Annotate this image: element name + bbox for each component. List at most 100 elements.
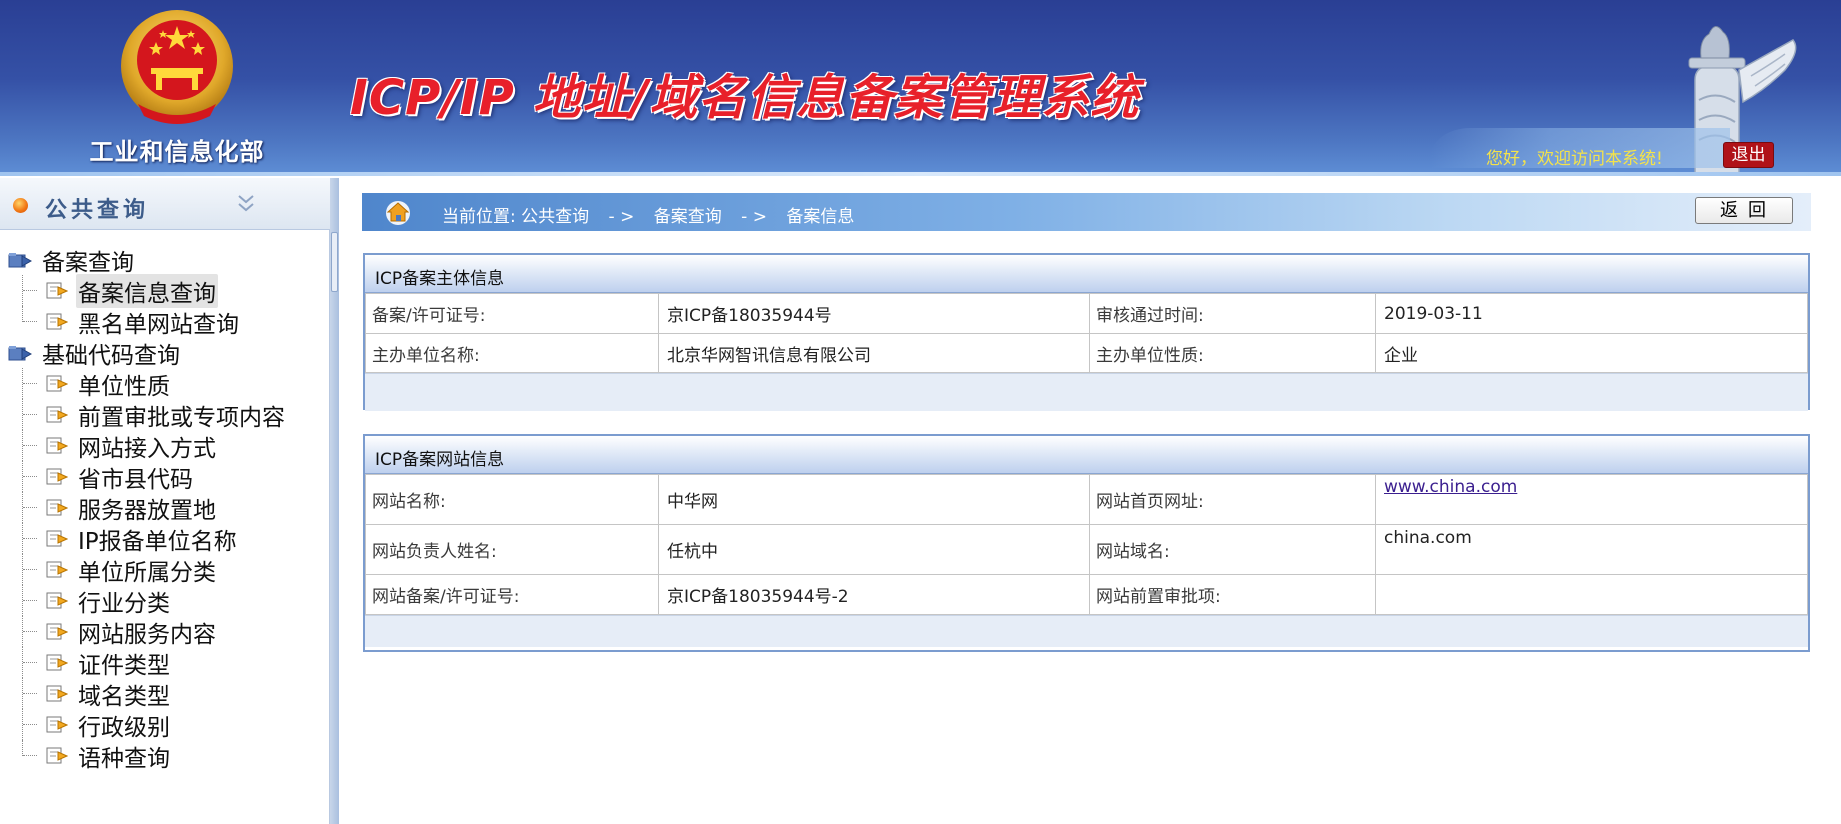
- splitter-collapse-handle[interactable]: [331, 232, 338, 292]
- field-value: 京ICP备18035944号-2: [658, 574, 1090, 615]
- field-label: 备案/许可证号:: [365, 293, 659, 334]
- document-arrow-icon: [46, 437, 68, 453]
- sidebar-item-label: 省市县代码: [78, 466, 193, 493]
- sidebar-item[interactable]: 证件类型: [8, 647, 328, 679]
- home-icon: [386, 201, 410, 225]
- tree-group-filing-query[interactable]: 备案查询: [8, 244, 328, 276]
- sidebar-title: 公共查询: [45, 198, 150, 223]
- sidebar-item-label: 证件类型: [78, 652, 170, 679]
- field-value: 任杭中: [658, 524, 1090, 575]
- panel-footer: [365, 615, 1808, 647]
- breadcrumb-item: 备案信息: [786, 207, 855, 227]
- breadcrumb-item: 备案查询: [653, 207, 722, 227]
- breadcrumb-prefix: 当前位置:: [442, 207, 516, 227]
- sidebar-header: 公共查询: [0, 178, 330, 230]
- breadcrumb-item: 公共查询: [521, 207, 590, 227]
- breadcrumb-text: 当前位置: 公共查询 - > 备案查询 - > 备案信息: [442, 202, 854, 227]
- document-arrow-icon: [46, 716, 68, 732]
- field-value: 京ICP备18035944号: [658, 293, 1090, 334]
- document-arrow-icon: [46, 623, 68, 639]
- field-label: 网站负责人姓名:: [365, 524, 659, 575]
- sidebar-item[interactable]: 行政级别: [8, 709, 328, 741]
- sidebar-item-label: 行政级别: [78, 714, 170, 741]
- sidebar-item-label: 服务器放置地: [78, 497, 216, 524]
- field-value: 中华网: [658, 474, 1090, 525]
- breadcrumb: 当前位置: 公共查询 - > 备案查询 - > 备案信息 返回: [362, 193, 1811, 231]
- sidebar-tree: 备案查询 备案信息查询 黑名单网站查询 基础代码查询 单位性质 前置审批或专项内…: [8, 244, 328, 772]
- table-row: 网站名称: 中华网 网站首页网址: www.china.com: [365, 474, 1808, 525]
- table-row: 网站负责人姓名: 任杭中 网站域名: china.com: [365, 524, 1808, 575]
- document-arrow-icon: [46, 282, 68, 298]
- national-emblem-icon: [121, 10, 233, 124]
- sidebar-item-label: 语种查询: [78, 745, 170, 772]
- sidebar-item[interactable]: 单位所属分类: [8, 554, 328, 586]
- sidebar-item-filing-info-query[interactable]: 备案信息查询: [8, 273, 328, 308]
- document-arrow-icon: [46, 747, 68, 763]
- page-root: 工业和信息化部 ICP/IP 地址/域名信息备案管理系统 您好，欢迎访问本系统!…: [0, 0, 1841, 824]
- sidebar-item-label: IP报备单位名称: [78, 528, 237, 555]
- field-value-link: www.china.com: [1375, 474, 1808, 525]
- folder-arrow-icon: [8, 252, 32, 267]
- sidebar-item[interactable]: 网站接入方式: [8, 430, 328, 462]
- breadcrumb-separator: - >: [741, 207, 767, 227]
- orange-dot-icon: [13, 198, 28, 213]
- sidebar-item-label: 域名类型: [78, 683, 170, 710]
- sidebar-item[interactable]: 语种查询: [8, 740, 328, 772]
- document-arrow-icon: [46, 499, 68, 515]
- sidebar-item[interactable]: 服务器放置地: [8, 492, 328, 524]
- panel-header: ICP备案主体信息: [365, 255, 1808, 293]
- sidebar-item-label: 网站服务内容: [78, 621, 216, 648]
- sidebar-item-label: 黑名单网站查询: [78, 311, 239, 338]
- field-value: 北京华网智讯信息有限公司: [658, 333, 1090, 373]
- document-arrow-icon: [46, 375, 68, 391]
- document-arrow-icon: [46, 530, 68, 546]
- tree-group-label: 基础代码查询: [42, 342, 180, 369]
- document-arrow-icon: [46, 561, 68, 577]
- field-label: 网站名称:: [365, 474, 659, 525]
- homepage-url-link[interactable]: www.china.com: [1384, 477, 1517, 497]
- table-row: 备案/许可证号: 京ICP备18035944号 审核通过时间: 2019-03-…: [365, 293, 1808, 334]
- document-arrow-icon: [46, 654, 68, 670]
- sidebar-item-label: 行业分类: [78, 590, 170, 617]
- ministry-name: 工业和信息化部: [89, 138, 265, 166]
- sidebar: 公共查询 备案查询 备案信息查询 黑名单网站查询 基础代码查询 单位性质 前置审…: [0, 178, 330, 824]
- document-arrow-icon: [46, 313, 68, 329]
- tree-group-base-code-query[interactable]: 基础代码查询: [8, 337, 328, 369]
- document-arrow-icon: [46, 685, 68, 701]
- field-label: 网站首页网址:: [1089, 474, 1376, 525]
- sidebar-item-label: 单位性质: [78, 373, 170, 400]
- sidebar-item-label: 备案信息查询: [76, 273, 218, 308]
- sidebar-item[interactable]: 网站服务内容: [8, 616, 328, 648]
- sidebar-item[interactable]: 单位性质: [8, 368, 328, 400]
- sidebar-item-label: 前置审批或专项内容: [78, 404, 285, 431]
- field-label: 审核通过时间:: [1089, 293, 1376, 334]
- sidebar-item[interactable]: 前置审批或专项内容: [8, 399, 328, 431]
- field-label: 网站前置审批项:: [1089, 574, 1376, 615]
- document-arrow-icon: [46, 592, 68, 608]
- panel-header: ICP备案网站信息: [365, 436, 1808, 474]
- sidebar-item-label: 网站接入方式: [78, 435, 216, 462]
- field-label: 主办单位名称:: [365, 333, 659, 373]
- sidebar-item[interactable]: 行业分类: [8, 585, 328, 617]
- breadcrumb-separator: - >: [608, 207, 635, 227]
- sidebar-item[interactable]: 省市县代码: [8, 461, 328, 493]
- header: 工业和信息化部 ICP/IP 地址/域名信息备案管理系统 您好，欢迎访问本系统!…: [0, 0, 1841, 176]
- field-label: 网站域名:: [1089, 524, 1376, 575]
- panel-footer: [365, 373, 1808, 411]
- table-row: 主办单位名称: 北京华网智讯信息有限公司 主办单位性质: 企业: [365, 333, 1808, 373]
- document-arrow-icon: [46, 406, 68, 422]
- icp-subject-panel: ICP备案主体信息 备案/许可证号: 京ICP备18035944号 审核通过时间…: [363, 253, 1810, 411]
- sidebar-item-blacklist-query[interactable]: 黑名单网站查询: [8, 306, 328, 338]
- sidebar-item[interactable]: IP报备单位名称: [8, 523, 328, 555]
- back-button[interactable]: 返回: [1695, 197, 1793, 224]
- field-value: china.com: [1375, 524, 1808, 575]
- table-row: 网站备案/许可证号: 京ICP备18035944号-2 网站前置审批项:: [365, 574, 1808, 615]
- chevron-double-down-icon[interactable]: [236, 192, 256, 214]
- sidebar-item[interactable]: 域名类型: [8, 678, 328, 710]
- system-title: ICP/IP 地址/域名信息备案管理系统: [350, 70, 1140, 126]
- document-arrow-icon: [46, 468, 68, 484]
- icp-site-panel: ICP备案网站信息 网站名称: 中华网 网站首页网址: www.china.co…: [363, 434, 1810, 652]
- panel-title: ICP备案主体信息: [375, 269, 505, 289]
- tree-group-items: 单位性质前置审批或专项内容 网站接入方式 省市县代码服务器放置地 IP报备单位名称 单位…: [8, 368, 328, 772]
- logout-button[interactable]: 退出: [1723, 142, 1774, 168]
